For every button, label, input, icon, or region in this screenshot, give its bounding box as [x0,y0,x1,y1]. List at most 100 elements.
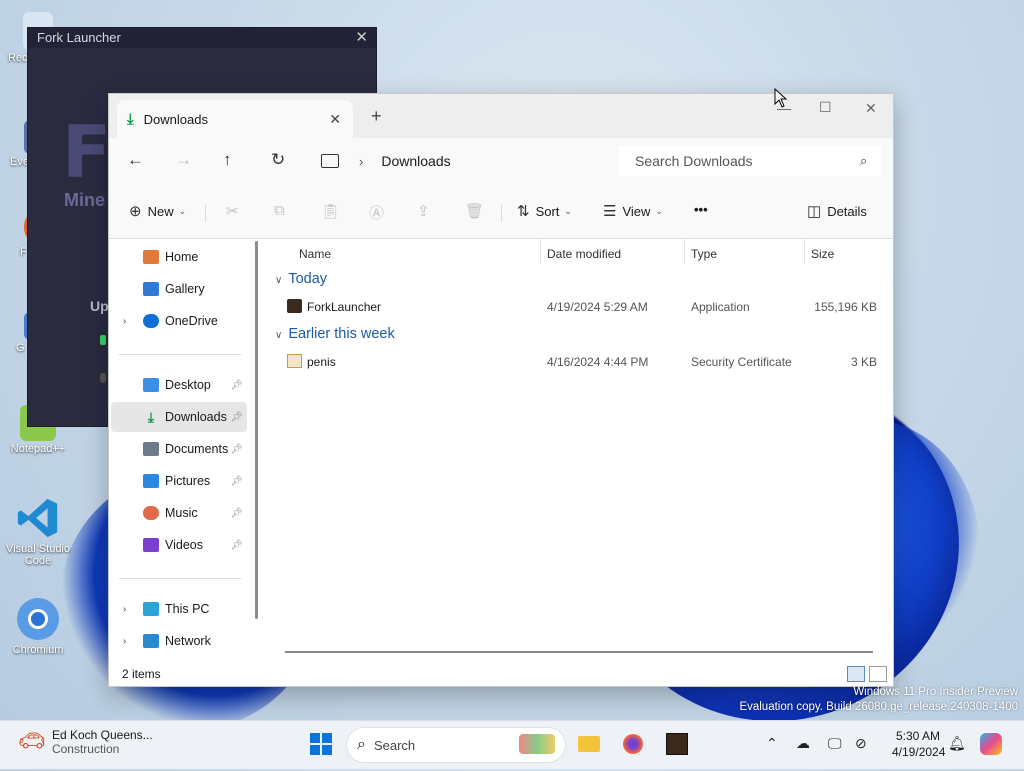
delete-button[interactable]: 🗑︎ [465,202,490,220]
view-button[interactable]: ☰ View ⌄ [603,202,663,220]
vscode-icon [15,495,61,541]
sidebar-item-home[interactable]: Home [111,242,247,272]
address-bar[interactable]: › Downloads [315,146,605,176]
sidebar-item-downloads[interactable]: ⤓ Downloads 📌︎ [111,402,247,432]
chevron-right-icon[interactable]: › [123,636,126,647]
sidebar-item-pictures[interactable]: Pictures 📌︎ [111,466,247,496]
sidebar-item-onedrive[interactable]: › OneDrive [111,306,247,336]
breadcrumb[interactable]: Downloads [381,153,450,169]
chevron-up-icon[interactable]: ⌃ [766,735,778,752]
taskbar-search[interactable]: ⌕ Search [346,727,566,763]
pin-icon[interactable]: 📌︎ [230,476,243,487]
close-icon[interactable]: ✕ [355,28,368,48]
navigation-pane: Home Gallery › OneDrive Desktop 📌︎ ⤓ Dow… [109,239,259,661]
chevron-right-icon[interactable]: › [359,154,363,169]
fork-launcher-titlebar[interactable]: Fork Launcher ✕ [28,28,376,48]
firefox-taskbar-button[interactable] [620,731,646,757]
chevron-down-icon: ∨ [275,275,283,286]
chevron-down-icon: ⌄ [564,205,572,216]
column-divider[interactable] [804,239,805,265]
copilot-icon[interactable] [980,733,1002,755]
pin-icon[interactable]: 📌︎ [230,540,243,551]
chevron-down-icon: ⌄ [655,205,663,216]
details-view-icon[interactable] [847,666,865,682]
sidebar-item-this-pc[interactable]: › This PC [111,594,247,624]
share-button[interactable]: ⇪ [417,202,436,220]
sort-button[interactable]: ⇅ Sort ⌄ [517,202,572,220]
sidebar-item-network[interactable]: › Network [111,626,247,656]
windows-icon [310,733,332,755]
fork-launcher-title: Fork Launcher [37,30,121,45]
pin-icon[interactable]: 📌︎ [230,508,243,519]
forward-button[interactable]: → [175,150,192,170]
table-row[interactable]: ForkLauncher 4/19/2024 5:29 AM Applicati… [265,297,893,319]
desktop-icon-vscode[interactable]: Visual Studio Code [2,495,74,567]
new-tab-button[interactable]: + [371,106,382,127]
file-date: 4/16/2024 4:44 PM [547,355,649,369]
pin-icon[interactable]: 📌︎ [230,412,243,423]
onedrive-offline-icon[interactable]: ☁︎ [796,735,810,752]
pin-icon[interactable]: 📌︎ [230,444,243,455]
divider [119,578,241,579]
pin-icon[interactable]: 📌︎ [230,380,243,391]
bell-icon[interactable]: 🔔︎ [948,735,966,752]
sidebar-item-music[interactable]: Music 📌︎ [111,498,247,528]
status-bar: 2 items [109,662,893,686]
tab-downloads[interactable]: ⤓ Downloads ✕ [117,100,353,138]
back-button[interactable]: ← [127,150,144,170]
search-icon: ⌕ [860,153,868,168]
column-header-name[interactable]: Name [299,247,331,261]
file-explorer-taskbar-button[interactable] [576,731,602,757]
chevron-right-icon[interactable]: › [123,604,126,615]
desktop-icon-chromium[interactable]: Chromium [2,596,74,656]
status-dot [100,373,106,383]
sidebar-item-desktop[interactable]: Desktop 📌︎ [111,370,247,400]
rename-icon: Ⓐ [369,205,385,222]
paste-button[interactable]: 📋︎ [321,202,346,220]
videos-icon [143,538,159,552]
weather-widget[interactable]: 🚗︎ Ed Koch Queens... Construction [18,728,153,756]
column-header-date[interactable]: Date modified [547,247,621,261]
file-type: Security Certificate [691,355,792,369]
onedrive-icon [143,314,159,328]
large-icons-view-icon[interactable] [869,666,887,682]
column-header-type[interactable]: Type [691,247,717,261]
details-pane-button[interactable]: ◫ Details [807,202,867,220]
close-window-button[interactable]: ✕ [865,100,877,117]
watermark-line: Windows 11 Pro Insider Preview [853,686,1018,698]
clock[interactable]: 5:30 AM 4/19/2024 [892,728,945,760]
tab-label: Downloads [143,111,208,127]
search-box[interactable]: ⌕ [619,146,881,176]
column-header-size[interactable]: Size [811,247,834,261]
start-button[interactable] [308,731,334,757]
search-input[interactable] [633,152,852,170]
copy-button[interactable]: ⧉ [274,202,291,219]
weather-title: Ed Koch Queens... [51,728,153,742]
close-tab-icon[interactable]: ✕ [329,111,341,128]
cut-button[interactable]: ✂ [226,202,245,220]
group-header-today[interactable]: ∨ Today [275,271,327,287]
group-header-earlier-this-week[interactable]: ∨ Earlier this week [275,326,395,342]
rename-button[interactable]: Ⓐ [369,202,390,223]
display-icon[interactable]: 🖵︎ [828,735,842,752]
more-options-button[interactable]: ••• [694,202,708,217]
maximize-button[interactable]: ☐ [819,99,832,116]
sidebar-item-videos[interactable]: Videos 📌︎ [111,530,247,560]
fork-brand-text: Mine [64,190,106,210]
scrollbar[interactable] [255,241,258,619]
sidebar-item-gallery[interactable]: Gallery [111,274,247,304]
table-row[interactable]: penis 4/16/2024 4:44 PM Security Certifi… [265,352,893,374]
column-divider[interactable] [540,239,541,265]
chevron-right-icon[interactable]: › [123,316,126,327]
file-explorer-window[interactable]: ⤓ Downloads ✕ + — ☐ ✕ ← → ↑ ↻ › Download… [108,93,894,687]
column-divider[interactable] [684,239,685,265]
status-dot [100,335,106,345]
fork-launcher-taskbar-button[interactable] [664,731,690,757]
network-icon[interactable]: ⊘ [855,735,867,752]
chevron-down-icon: ⌄ [178,205,187,216]
new-button[interactable]: ⊕ New ⌄ [129,202,186,220]
refresh-button[interactable]: ↻ [271,150,285,170]
up-button[interactable]: ↑ [223,150,232,170]
sidebar-item-documents[interactable]: Documents 📌︎ [111,434,247,464]
scrollbar[interactable] [285,651,873,653]
